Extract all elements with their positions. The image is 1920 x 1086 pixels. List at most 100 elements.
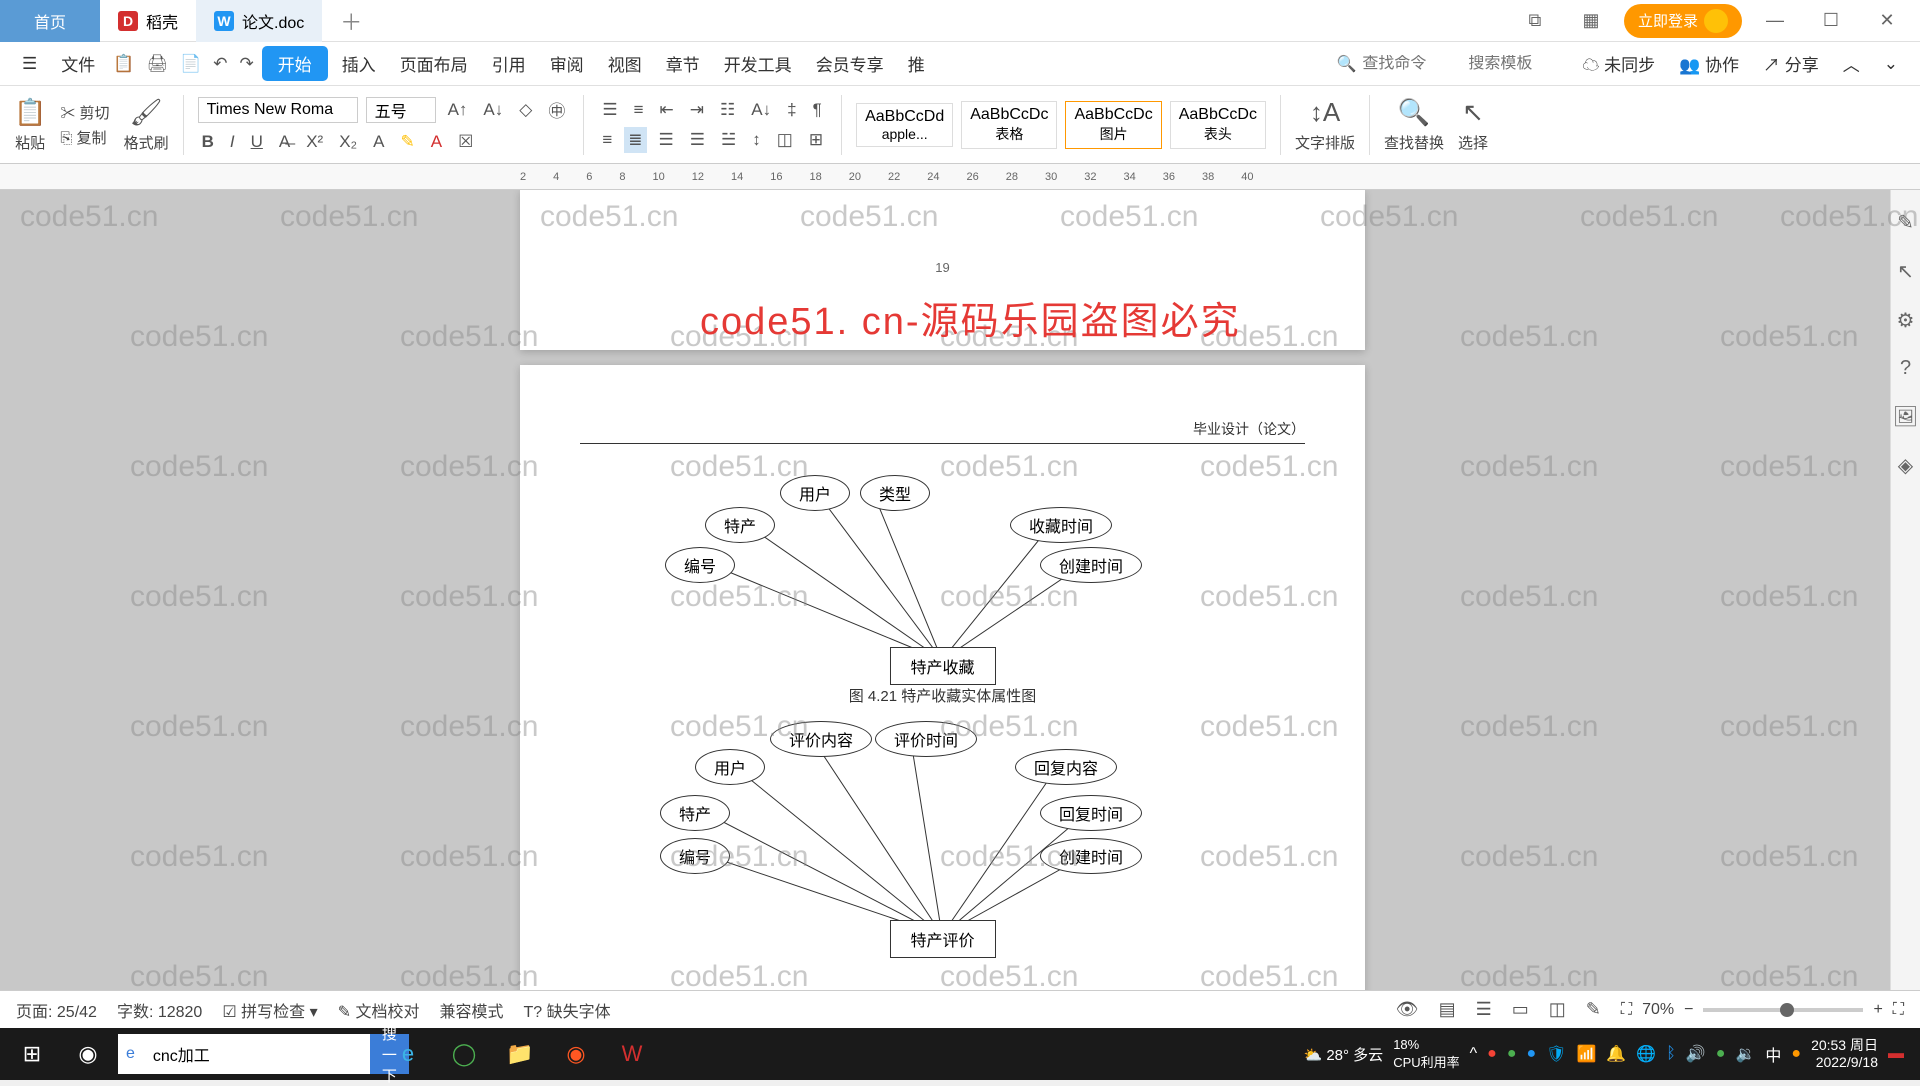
search-template-input[interactable]	[1468, 55, 1568, 73]
align-left-icon[interactable]: ≡	[598, 127, 616, 153]
strike-icon[interactable]: A̶	[275, 129, 294, 155]
cut-button[interactable]: ✂ 剪切	[60, 102, 109, 123]
view-eye-icon[interactable]: 👁	[1396, 999, 1419, 1020]
font-select[interactable]	[198, 97, 358, 123]
outdent-icon[interactable]: ⇤	[656, 97, 678, 123]
copy-button[interactable]: ⎘ 复制	[60, 127, 109, 148]
login-button[interactable]: 立即登录	[1624, 4, 1742, 38]
style-2[interactable]: AaBbCcDc表格	[961, 101, 1057, 149]
side-tool-icon[interactable]: ◈	[1898, 453, 1913, 478]
style-1[interactable]: AaBbCcDdapple...	[856, 103, 953, 147]
close-button[interactable]: ✕	[1864, 2, 1910, 40]
bullets-icon[interactable]: ☰	[598, 97, 621, 123]
search-command-input[interactable]	[1362, 55, 1462, 73]
coop-button[interactable]: 👥 协作	[1669, 45, 1749, 82]
taskbar-clock[interactable]: 20:53 周日2022/9/18	[1811, 1037, 1878, 1071]
paste-group[interactable]: 📋粘贴	[14, 97, 46, 153]
tray-shield-icon[interactable]: 🛡	[1546, 1044, 1566, 1064]
highlight-icon[interactable]: ✎	[397, 129, 419, 155]
textdir-group[interactable]: ↕A文字排版	[1295, 97, 1355, 153]
menu-vip[interactable]: 会员专享	[806, 45, 894, 82]
tray-up-icon[interactable]: ^	[1470, 1045, 1478, 1063]
tray-2-icon[interactable]: ●	[1507, 1045, 1517, 1063]
menu-up-icon[interactable]: ︿	[1833, 45, 1870, 82]
status-spell[interactable]: ☑ 拼写检查 ▾	[222, 998, 317, 1022]
distribute-icon[interactable]: ☱	[717, 127, 740, 153]
menu-review[interactable]: 审阅	[540, 45, 594, 82]
qat-save-icon[interactable]: 📋	[109, 51, 138, 77]
align-justify-icon[interactable]: ☰	[686, 127, 709, 153]
menu-chapter[interactable]: 章节	[656, 45, 710, 82]
grid-icon[interactable]: ▦	[1568, 2, 1614, 40]
status-missfont[interactable]: T? 缺失字体	[524, 998, 611, 1022]
italic-icon[interactable]: I	[226, 129, 239, 155]
view-page-icon[interactable]: ▤	[1439, 999, 1456, 1020]
menu-insert[interactable]: 插入	[332, 45, 386, 82]
select-group[interactable]: ↖选择	[1458, 97, 1488, 153]
tab-document[interactable]: W论文.doc	[196, 0, 322, 42]
menu-file[interactable]: 文件	[51, 45, 105, 82]
shrink-font-icon[interactable]: A↓	[479, 97, 507, 123]
taskbar-search-input[interactable]	[143, 1045, 370, 1063]
zoom-out-icon[interactable]: −	[1684, 1001, 1693, 1019]
side-img-icon[interactable]: 🖼	[1893, 404, 1918, 429]
clear-format-icon[interactable]: ◇	[515, 97, 536, 123]
taskbar-search[interactable]: e 搜一下	[118, 1034, 378, 1074]
menu-view[interactable]: 视图	[598, 45, 652, 82]
sort-icon[interactable]: A↓	[747, 97, 775, 123]
side-help-icon[interactable]: ?	[1900, 357, 1911, 380]
qat-print-icon[interactable]: 🖨	[142, 51, 172, 77]
style-4[interactable]: AaBbCcDc表头	[1170, 101, 1266, 149]
menu-layout[interactable]: 页面布局	[390, 45, 478, 82]
zoom-in-icon[interactable]: +	[1873, 1001, 1882, 1019]
zoom-fit-icon[interactable]: ⛶	[1621, 1001, 1632, 1019]
start-button[interactable]: ⊞	[6, 1031, 58, 1077]
minimize-button[interactable]: —	[1752, 2, 1798, 40]
align-right-icon[interactable]: ☰	[655, 127, 678, 153]
para-marks-icon[interactable]: ¶	[809, 97, 826, 123]
grow-font-icon[interactable]: A↑	[444, 97, 472, 123]
styles-gallery[interactable]: AaBbCcDdapple... AaBbCcDc表格 AaBbCcDc图片 A…	[856, 101, 1266, 149]
tray-3-icon[interactable]: ●	[1527, 1045, 1537, 1063]
pinyin-icon[interactable]: ㊥	[544, 94, 569, 125]
line-spacing-icon[interactable]: ↕	[748, 127, 765, 153]
maximize-button[interactable]: ☐	[1808, 2, 1854, 40]
underline-icon[interactable]: U	[247, 129, 267, 155]
tb-ie-icon[interactable]: e	[382, 1031, 434, 1077]
view-read-icon[interactable]: ▭	[1512, 999, 1529, 1020]
tab-docer[interactable]: D稻壳	[100, 0, 196, 42]
line-height-icon[interactable]: ‡	[783, 97, 800, 123]
menu-start[interactable]: 开始	[262, 46, 328, 81]
zoom-control[interactable]: ⛶ 70% − + ⛶	[1621, 1001, 1904, 1019]
unsync-button[interactable]: ☁ 未同步	[1572, 45, 1665, 82]
side-cursor-icon[interactable]: ↖	[1897, 259, 1914, 284]
tb-360-icon[interactable]: ◯	[438, 1031, 490, 1077]
tray-5-icon[interactable]: ●	[1791, 1045, 1801, 1063]
weather-widget[interactable]: ⛅ 28° 多云	[1303, 1044, 1383, 1065]
menu-hamburger[interactable]: ☰	[12, 48, 47, 80]
tray-net-icon[interactable]: 🌐	[1636, 1044, 1656, 1064]
tb-app1-icon[interactable]: ◉	[550, 1031, 602, 1077]
view-focus-icon[interactable]: ✎	[1586, 999, 1601, 1020]
qat-redo-icon[interactable]: ↷	[235, 51, 257, 77]
bold-icon[interactable]: B	[198, 129, 218, 155]
size-select[interactable]	[366, 97, 436, 123]
tray-notif-icon[interactable]: ▬	[1888, 1045, 1904, 1063]
menu-devtools[interactable]: 开发工具	[714, 45, 802, 82]
tray-vol-icon[interactable]: 🔊	[1686, 1044, 1706, 1064]
superscript-icon[interactable]: X²	[302, 129, 327, 155]
cpu-widget[interactable]: 18%CPU利用率	[1393, 1037, 1459, 1071]
zoom-full-icon[interactable]: ⛶	[1893, 1001, 1904, 1019]
asian-layout-icon[interactable]: ☷	[716, 97, 739, 123]
side-settings-icon[interactable]: ⚙	[1897, 308, 1915, 333]
tray-ime[interactable]: 中	[1765, 1042, 1781, 1066]
indent-icon[interactable]: ⇥	[686, 97, 708, 123]
layout-icon[interactable]: ⧉	[1512, 2, 1558, 40]
menu-more[interactable]: 推	[898, 45, 935, 82]
tb-wps-icon[interactable]: W	[606, 1031, 658, 1077]
borders-icon[interactable]: ⊞	[805, 127, 827, 153]
view-web-icon[interactable]: ◫	[1549, 999, 1566, 1020]
brush-group[interactable]: 🖌格式刷	[124, 97, 169, 153]
tray-bell-icon[interactable]: 🔔	[1606, 1044, 1626, 1064]
char-border-icon[interactable]: ☒	[454, 129, 477, 155]
